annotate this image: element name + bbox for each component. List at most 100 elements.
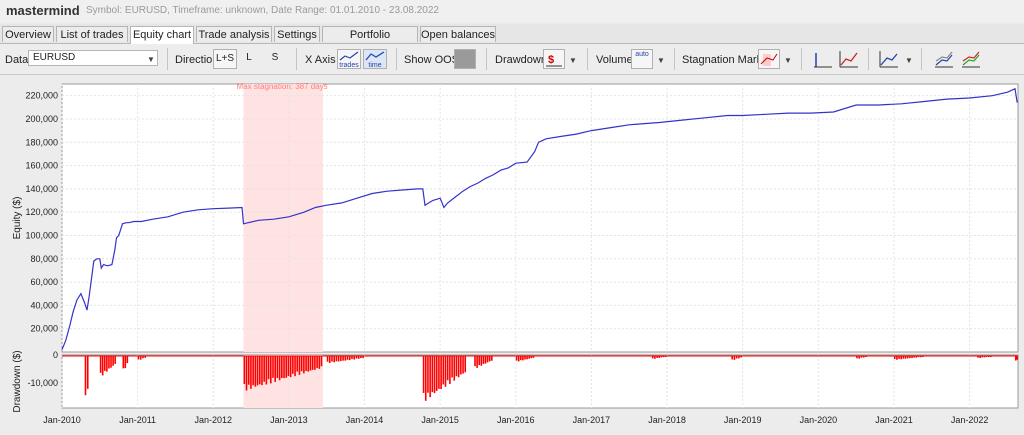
drawdown-bar xyxy=(103,356,106,371)
drawdown-bar xyxy=(333,356,335,363)
drawdown-bar xyxy=(446,356,449,381)
chevron-down-icon[interactable]: ▼ xyxy=(569,56,577,65)
drawdown-label: Drawdown xyxy=(495,54,547,66)
line-chart-icon[interactable] xyxy=(839,49,859,69)
xaxis-trades-text: trades xyxy=(339,62,359,69)
drawdown-bar xyxy=(305,356,307,371)
drawdown-bar xyxy=(488,356,491,362)
tab-trade-analysis[interactable]: Trade analysis xyxy=(196,26,272,42)
volume-label: Volume xyxy=(596,54,633,66)
xaxis-trades-button[interactable]: trades xyxy=(337,49,361,69)
chevron-down-icon[interactable]: ▼ xyxy=(905,56,913,65)
drawdown-bar xyxy=(281,356,283,379)
direction-label: Direction xyxy=(175,54,219,66)
drawdown-bar xyxy=(344,356,347,361)
separator xyxy=(296,48,297,70)
drawdown-bar xyxy=(307,356,310,372)
drawdown-bar xyxy=(106,356,108,372)
drawdown-bar xyxy=(300,356,303,372)
drawdown-bar xyxy=(258,356,261,385)
drawdown-bar xyxy=(431,356,434,393)
drawdown-bar xyxy=(256,356,259,386)
drawdown-bar xyxy=(285,356,288,378)
drawdown-bar xyxy=(292,356,294,374)
drawdown-bar xyxy=(303,356,305,374)
drawdown-bar xyxy=(247,356,250,385)
drawdown-bar xyxy=(326,356,329,362)
drawdown-bar xyxy=(126,356,129,364)
dollar-chart-icon: $ xyxy=(546,54,562,67)
equity-axis-label: Equity ($) xyxy=(12,197,23,240)
drawdown-bar xyxy=(139,356,142,360)
direction-l-button[interactable]: L xyxy=(241,49,257,69)
drawdown-button[interactable]: $ xyxy=(543,49,565,69)
tab-list-of-trades[interactable]: List of trades xyxy=(56,26,128,42)
equity-plot-area xyxy=(61,83,1019,353)
drawdown-bar xyxy=(519,356,522,361)
drawdown-y-tick-label: 0 xyxy=(53,350,58,360)
drawdown-bar xyxy=(263,356,265,382)
drawdown-bar xyxy=(243,356,246,385)
drawdown-bar xyxy=(137,356,140,360)
y-tick-label: 180,000 xyxy=(25,137,58,147)
show-oos-toggle[interactable] xyxy=(454,49,476,69)
tab-overview[interactable]: Overview xyxy=(2,26,54,42)
xaxis-time-text: time xyxy=(368,62,382,69)
drawdown-bar xyxy=(449,356,451,384)
drawdown-bar xyxy=(896,356,898,360)
separator xyxy=(674,48,675,70)
y-tick-label: 120,000 xyxy=(25,207,58,217)
equity-chart-area: Max stagnation: 387 days Jan-2010 Jan-2011… xyxy=(0,76,1024,432)
equity-chart: Max stagnation: 387 days Jan-2010 Jan-2011… xyxy=(0,76,1024,432)
drawdown-bar xyxy=(331,356,333,362)
xaxis-time-button[interactable]: time xyxy=(363,49,387,69)
direction-s-button[interactable]: S xyxy=(267,49,283,69)
drawdown-bar xyxy=(283,356,285,379)
stagnation-label: Max stagnation: 387 days xyxy=(237,82,328,91)
drawdown-bar xyxy=(287,356,290,376)
drawdown-bar xyxy=(110,356,112,368)
drawdown-bar xyxy=(476,356,478,368)
volume-button[interactable]: auto xyxy=(631,49,653,69)
drawdown-bar xyxy=(438,356,440,389)
xaxis-label: X Axis xyxy=(305,54,336,66)
drawdown-bar xyxy=(318,356,321,369)
drawdown-bar xyxy=(435,356,438,391)
drawdown-bar xyxy=(274,356,277,382)
drawdown-bar xyxy=(86,356,89,389)
drawdown-bar xyxy=(486,356,489,363)
drawdown-bar xyxy=(733,356,736,360)
drawdown-bar xyxy=(451,356,453,378)
show-oos-label: Show OOS xyxy=(404,54,460,66)
color-lines-chart-icon[interactable] xyxy=(961,49,981,69)
drawdown-bar xyxy=(267,356,270,380)
drawdown-bar xyxy=(427,356,429,393)
x-tick-label: Jan-2011 xyxy=(119,415,156,425)
x-tick-label: Jan-2018 xyxy=(648,415,686,425)
drawdown-y-tick-label: -10,000 xyxy=(27,378,58,388)
trend-chart-icon[interactable] xyxy=(879,49,899,69)
tab-equity-chart[interactable]: Equity chart xyxy=(130,26,194,44)
data-select[interactable]: EURUSD xyxy=(28,50,158,66)
stagnation-chart-icon xyxy=(760,53,778,66)
chevron-down-icon[interactable]: ▼ xyxy=(657,56,665,65)
stagnation-marker-button[interactable] xyxy=(758,49,780,69)
y-tick-label: 200,000 xyxy=(25,114,58,124)
multi-line-chart-icon[interactable] xyxy=(934,49,954,69)
chevron-down-icon[interactable]: ▼ xyxy=(784,56,792,65)
svg-text:$: $ xyxy=(548,54,554,66)
x-tick-label: Jan-2012 xyxy=(195,415,233,425)
drawdown-bar xyxy=(1014,356,1017,361)
tab-open-balances[interactable]: Open balances xyxy=(420,26,496,42)
drawdown-bar xyxy=(433,356,436,394)
y-tick-label: 40,000 xyxy=(30,300,58,310)
drawdown-bar xyxy=(515,356,518,361)
drawdown-bar xyxy=(108,356,110,369)
bar-chart-icon[interactable] xyxy=(813,49,833,69)
drawdown-bar xyxy=(464,356,467,373)
tab-portfolio-correlation[interactable]: Portfolio correlation xyxy=(322,26,418,57)
drawdown-bar xyxy=(84,356,87,396)
drawdown-bar xyxy=(478,356,481,366)
direction-ls-button[interactable]: L+S xyxy=(213,49,237,69)
tab-settings[interactable]: Settings xyxy=(274,26,320,42)
